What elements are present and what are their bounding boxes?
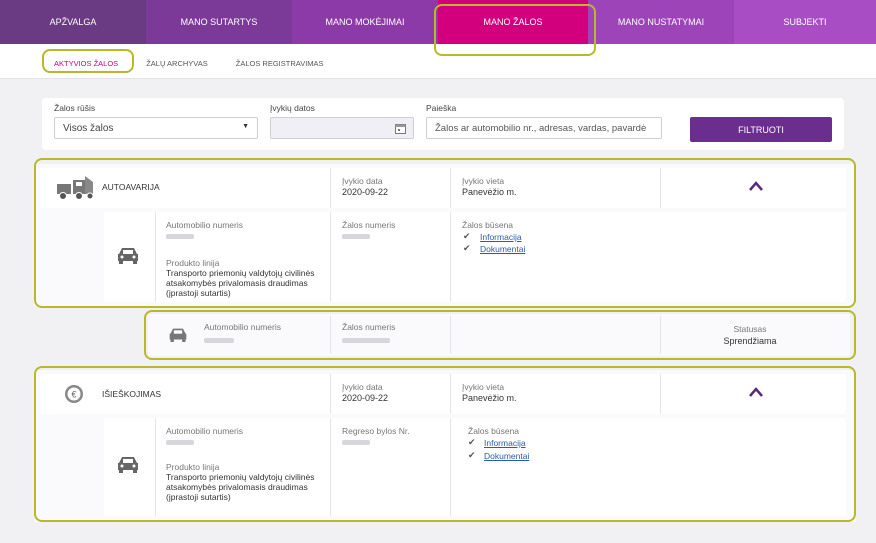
- subtab-zalu-archyvas[interactable]: ŽALŲ ARCHYVAS: [132, 59, 222, 78]
- filter-button[interactable]: FILTRUOTI: [690, 117, 832, 142]
- subrow-car-label: Automobilio numeris: [204, 322, 282, 332]
- tab-subjekti[interactable]: SUBJEKTI: [734, 0, 876, 44]
- event-date: 2020-09-22: [342, 393, 389, 403]
- search-placeholder: Žalos ar automobilio nr., adresas, varda…: [435, 122, 647, 134]
- product-line-label: Produkto linija: [166, 258, 220, 268]
- tab-mano-mokejimai[interactable]: MANO MOKĖJIMAI: [292, 0, 438, 44]
- event-place-label: Įvykio vieta: [462, 176, 505, 186]
- calendar-icon[interactable]: [395, 123, 406, 134]
- check-icon: ✔: [463, 243, 471, 253]
- event-place-label: Įvykio vieta: [462, 382, 505, 392]
- subrow-number-label: Žalos numeris: [342, 322, 396, 332]
- event-date-label: Įvykio data: [342, 176, 383, 186]
- sub-navigation: AKTYVIOS ŽALOS ŽALŲ ARCHYVAS ŽALOS REGIS…: [0, 44, 876, 79]
- car-icon: [169, 328, 187, 342]
- car-number-label: Automobilio numeris: [166, 220, 244, 230]
- documents-link[interactable]: Dokumentai: [484, 451, 529, 461]
- product-line-value: Transporto priemonių valdytojų civilinės…: [166, 472, 315, 502]
- claim-number-value: [342, 234, 370, 239]
- car-number-value: [166, 234, 194, 239]
- tab-mano-nustatymai[interactable]: MANO NUSTATYMAI: [588, 0, 734, 44]
- event-place: Panevėžio m.: [462, 393, 517, 403]
- subrow-number-value: [342, 338, 390, 343]
- recourse-number-value: [342, 440, 370, 445]
- tow-truck-icon: [57, 176, 94, 200]
- claim-title: AUTOAVARIJA: [102, 182, 160, 192]
- claim-title: IŠIEŠKOJIMAS: [102, 389, 162, 399]
- claim-header[interactable]: [40, 168, 846, 208]
- event-date: 2020-09-22: [342, 187, 389, 197]
- check-icon: ✔: [468, 450, 476, 460]
- car-number-label: Automobilio numeris: [166, 426, 244, 436]
- check-icon: ✔: [468, 437, 476, 447]
- search-label: Paieška: [426, 103, 457, 113]
- claim-status-label: Žalos būsena: [462, 220, 514, 230]
- claim-type-value: Visos žalos: [63, 122, 114, 134]
- claim-type-select[interactable]: Visos žalos ▼: [54, 117, 258, 139]
- svg-text:€: €: [71, 390, 76, 400]
- car-icon: [118, 248, 138, 264]
- product-line-value: Transporto priemonių valdytojų civilinės…: [166, 268, 315, 298]
- claim-number-label: Žalos numeris: [342, 220, 396, 230]
- info-link[interactable]: Informacija: [484, 438, 526, 448]
- info-link[interactable]: Informacija: [480, 232, 522, 242]
- coin-icon: €: [65, 385, 83, 403]
- chevron-up-icon[interactable]: [748, 180, 764, 192]
- claim-type-label: Žalos rūšis: [54, 103, 96, 113]
- car-icon: [118, 457, 138, 473]
- event-date-label: Įvykio data: [342, 382, 383, 392]
- chevron-up-icon[interactable]: [748, 386, 764, 398]
- claim-subrow[interactable]: [148, 314, 850, 356]
- top-navigation: APŽVALGA MANO SUTARTYS MANO MOKĖJIMAI MA…: [0, 0, 876, 44]
- event-dates-input[interactable]: [270, 117, 414, 139]
- subrow-status-value: Sprendžiama: [723, 336, 777, 346]
- subrow-status-label: Statusas: [733, 324, 767, 334]
- product-line-label: Produkto linija: [166, 462, 220, 472]
- check-icon: ✔: [463, 231, 471, 241]
- car-number-value: [166, 440, 194, 445]
- subrow-car-value: [204, 338, 234, 343]
- tab-mano-sutartys[interactable]: MANO SUTARTYS: [146, 0, 292, 44]
- documents-link[interactable]: Dokumentai: [480, 244, 525, 254]
- event-dates-label: Įvykių datos: [270, 103, 315, 113]
- event-place: Panevėžio m.: [462, 187, 517, 197]
- claim-status-label: Žalos būsena: [468, 426, 520, 436]
- subtab-zalos-registravimas[interactable]: ŽALOS REGISTRAVIMAS: [222, 59, 338, 78]
- search-input[interactable]: Žalos ar automobilio nr., adresas, varda…: [426, 117, 662, 139]
- subtab-aktyvios-zalos[interactable]: AKTYVIOS ŽALOS: [0, 59, 132, 78]
- tab-apzvalga[interactable]: APŽVALGA: [0, 0, 146, 44]
- recourse-number-label: Regreso bylos Nr.: [342, 426, 410, 436]
- tab-mano-zalos[interactable]: MANO ŽALOS: [438, 0, 588, 44]
- chevron-down-icon: ▼: [242, 123, 249, 130]
